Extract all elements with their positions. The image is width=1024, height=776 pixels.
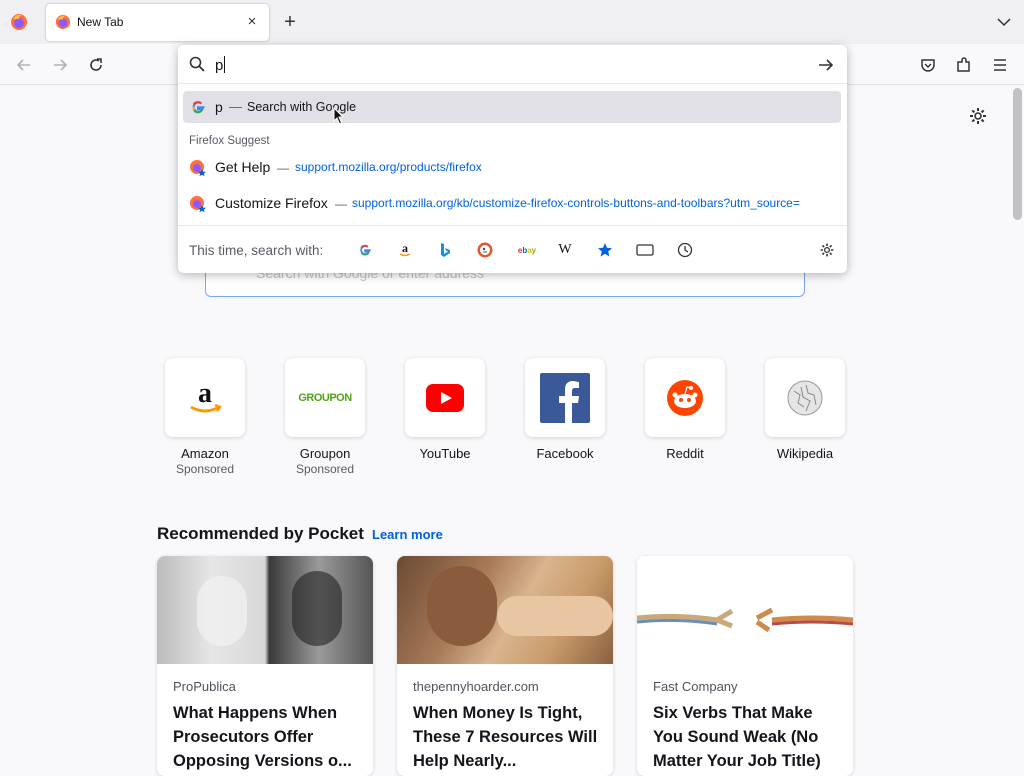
firefox-view-icon[interactable] — [10, 13, 28, 31]
close-icon[interactable]: × — [244, 14, 260, 30]
card-source: ProPublica — [173, 679, 236, 694]
new-tab-button[interactable]: + — [280, 11, 300, 33]
bing-icon[interactable] — [436, 241, 454, 259]
text-caret — [224, 56, 226, 73]
search-settings-gear-icon[interactable] — [818, 241, 836, 259]
chevron-down-icon[interactable] — [995, 13, 1013, 31]
firefox-bookmark-icon — [190, 160, 206, 177]
topsite-reddit[interactable]: Reddit — [645, 358, 725, 461]
svg-text:a: a — [402, 242, 408, 255]
topsite-groupon[interactable]: GROUPON Groupon Sponsored — [285, 358, 365, 476]
suggest-url: support.mozilla.org/products/firefox — [295, 160, 482, 174]
ebay-icon[interactable]: ebay — [516, 241, 538, 259]
svg-text:a: a — [198, 378, 212, 409]
card-image — [397, 556, 613, 664]
sponsored-label: Sponsored — [295, 462, 355, 476]
scrollbar[interactable] — [1013, 88, 1022, 220]
suggest-url: support.mozilla.org/kb/customize-firefox… — [352, 196, 800, 210]
reddit-icon — [667, 379, 703, 416]
groupon-logo: GROUPON — [298, 391, 352, 404]
suggest-dash: — — [277, 161, 289, 175]
topsite-wikipedia[interactable]: Wikipedia — [765, 358, 845, 461]
tab-new-tab[interactable]: New Tab × — [46, 4, 269, 41]
go-arrow-icon[interactable] — [816, 55, 836, 75]
suggest-title: Get Help — [215, 159, 271, 175]
url-input[interactable]: p — [178, 45, 847, 84]
duckduckgo-icon[interactable] — [476, 241, 494, 259]
pocket-card[interactable]: Fast Company Six Verbs That Make You Sou… — [637, 556, 853, 776]
urlbar-dropdown: p p — Search with Google Firefox Suggest… — [178, 45, 847, 273]
search-with-google-row[interactable]: p — Search with Google — [183, 91, 841, 125]
card-source: thepennyhoarder.com — [413, 679, 539, 694]
card-title: What Happens When Prosecutors Offer Oppo… — [173, 704, 352, 770]
result-query: p — [215, 99, 223, 115]
card-title: Six Verbs That Make You Sound Weak (No M… — [653, 704, 821, 770]
facebook-icon — [540, 372, 590, 423]
back-icon[interactable] — [14, 55, 34, 75]
bookmarks-icon[interactable] — [596, 241, 614, 259]
card-source: Fast Company — [653, 679, 738, 694]
suggest-dash: — — [335, 197, 347, 211]
topsite-label: Wikipedia — [776, 446, 834, 461]
google-icon[interactable] — [356, 241, 374, 259]
forward-icon[interactable] — [50, 55, 70, 75]
gear-icon[interactable] — [968, 106, 988, 126]
topsite-amazon[interactable]: a Amazon Sponsored — [165, 358, 245, 476]
suggest-row-get-help[interactable]: Get Help — support.mozilla.org/products/… — [189, 157, 839, 179]
search-with-label: This time, search with: — [189, 243, 324, 258]
firefox-bookmark-icon — [190, 196, 206, 213]
url-value: p — [215, 56, 226, 74]
tab-bar: New Tab × + — [0, 0, 1024, 44]
topsite-label: Amazon — [181, 446, 229, 461]
topsite-label: Groupon — [299, 446, 351, 461]
history-icon[interactable] — [676, 241, 694, 259]
topsite-facebook[interactable]: Facebook — [525, 358, 605, 461]
pocket-icon[interactable] — [918, 55, 938, 75]
tabs-icon[interactable] — [636, 241, 654, 259]
wikipedia-icon[interactable]: W — [556, 241, 574, 259]
amazon-icon: a — [190, 378, 222, 412]
menu-icon[interactable] — [990, 55, 1010, 75]
rope-image — [637, 607, 853, 633]
sponsored-label: Sponsored — [175, 462, 235, 476]
topsite-label: Reddit — [666, 446, 704, 461]
topsite-label: Facebook — [536, 446, 594, 461]
search-icon — [189, 56, 205, 72]
card-image — [157, 556, 373, 664]
learn-more-link[interactable]: Learn more — [372, 527, 443, 542]
amazon-icon[interactable]: a — [396, 241, 414, 259]
suggest-title: Customize Firefox — [215, 195, 328, 211]
suggest-row-customize[interactable]: Customize Firefox — support.mozilla.org/… — [189, 193, 839, 215]
mouse-pointer-icon — [333, 107, 345, 125]
card-image — [637, 556, 853, 664]
topsite-label: YouTube — [419, 446, 471, 461]
result-dash: — — [229, 99, 242, 114]
topsite-youtube[interactable]: YouTube — [405, 358, 485, 461]
firefox-icon — [55, 14, 71, 30]
card-title: When Money Is Tight, These 7 Resources W… — [413, 704, 598, 770]
tab-title: New Tab — [77, 15, 124, 29]
pocket-card[interactable]: thepennyhoarder.com When Money Is Tight,… — [397, 556, 613, 776]
one-off-search-bar: This time, search with: a ebay W — [178, 225, 847, 273]
firefox-suggest-label: Firefox Suggest — [189, 135, 270, 147]
youtube-icon — [426, 383, 464, 412]
pocket-heading: Recommended by Pocket — [157, 524, 364, 543]
google-icon — [192, 101, 205, 114]
extensions-icon[interactable] — [954, 55, 974, 75]
reload-icon[interactable] — [86, 55, 106, 75]
pocket-card[interactable]: ProPublica What Happens When Prosecutors… — [157, 556, 373, 776]
wikipedia-icon — [787, 380, 823, 415]
